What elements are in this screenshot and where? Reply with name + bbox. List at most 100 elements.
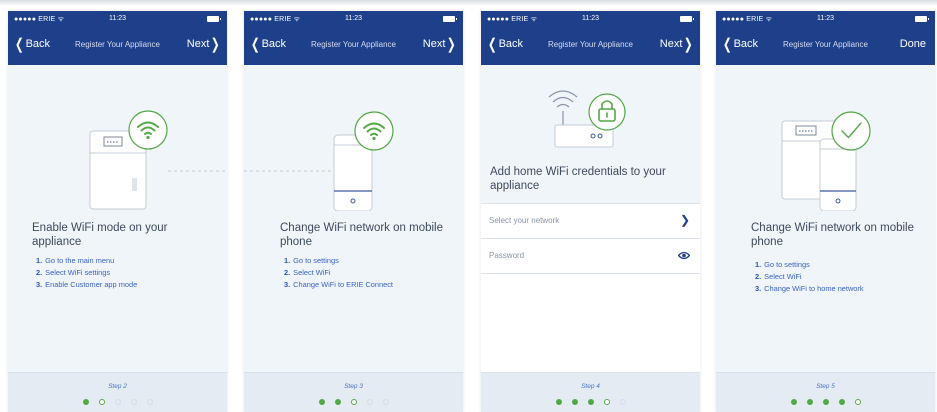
phone-wifi-illustration [244,111,394,211]
back-label: Back [261,38,287,50]
credentials-form: Select your network ❯ Password [481,203,700,373]
chevron-right-icon: ❯ [679,213,690,227]
network-select[interactable]: Select your network ❯ [481,204,700,239]
next-label: Next [186,38,210,50]
next-button[interactable]: Next ❯ [186,35,222,53]
step-item: 1. Go to the main menu [36,256,115,265]
page-dot-done [790,399,797,405]
chevron-left-icon: ❮ [250,35,260,53]
instruction-heading: Add home WiFi credentials to your applia… [490,166,666,192]
wifi-icon [354,111,394,151]
step-footer: Step 2 [8,372,227,412]
appliance-wifi-illustration [89,110,227,210]
step-footer: Step 3 [244,372,463,412]
status-bar: ●●●●● ERIE ᯤ 11:23 [716,11,935,27]
instruction-steps: 1. Go to settings 2. Select WiFi 3. Change … [284,255,463,291]
step-item: 3. Change WiFi to ERIE Connect [284,280,393,289]
page-dot-done [571,399,578,405]
battery-icon [443,16,457,22]
page-dot-todo [619,399,626,405]
back-label: Back [498,38,524,50]
status-time: 11:23 [109,15,126,22]
nav-bar: ❮ Back Register Your Appliance Next ❯ [244,27,463,65]
top-shadow [0,0,937,6]
next-button[interactable]: Next ❯ [422,35,458,53]
page-dots [716,399,935,405]
lock-icon [588,93,626,131]
step-item: 2. Select WiFi [284,268,331,277]
battery-icon [915,16,929,22]
checkmark-icon [831,111,871,151]
screen-step-4: ●●●●● ERIE ᯤ 11:23 ❮ Back Register Your … [481,11,700,412]
back-button[interactable]: ❮ Back [13,35,51,53]
step-item: 2. Select WiFi [755,272,802,281]
back-button[interactable]: ❮ Back [486,35,524,53]
step-label: Step 2 [108,383,127,390]
page-dot-done [555,399,562,405]
step-item: 1. Go to settings [755,260,810,269]
nav-bar: ❮ Back Register Your Appliance Next ❯ [481,27,700,65]
next-label: Next [422,38,446,50]
back-label: Back [25,38,51,50]
instruction-heading: Enable WiFi mode on your appliance [32,222,168,248]
password-field[interactable]: Password [481,239,700,274]
page-dot-todo [130,399,137,405]
chevron-left-icon: ❮ [14,35,24,53]
page-dot-done [82,399,89,405]
status-time: 11:23 [582,15,599,22]
step-footer: Step 4 [481,372,700,412]
instruction-steps: 1. Go to the main menu 2. Select WiFi sett… [36,255,216,291]
step-item: 1. Go to settings [284,256,339,265]
page-dot-done [587,399,594,405]
chevron-right-icon: ❯ [211,35,221,53]
page-dot-done [822,399,829,405]
screen-step-3: ●●●●● ERIE ᯤ 11:23 ❮ Back Register Your … [244,11,463,412]
page-dot-todo [146,399,153,405]
instruction-heading: Change WiFi network on mobile phone [280,222,443,248]
eye-icon[interactable] [677,249,691,263]
page-dot-current [98,399,105,405]
back-button[interactable]: ❮ Back [721,35,759,53]
nav-bar: ❮ Back Register Your Appliance Done [716,27,935,65]
wifi-icon [128,110,168,150]
connected-illustration [781,111,871,211]
step-label: Step 4 [581,383,600,390]
back-button[interactable]: ❮ Back [249,35,287,53]
page-dot-done [318,399,325,405]
chevron-right-icon: ❯ [447,35,457,53]
page-dot-todo [382,399,389,405]
status-time: 11:23 [345,15,362,22]
page-dots [8,399,227,405]
step-item: 3. Change WiFi to home network [755,284,864,293]
password-label: Password [489,251,525,260]
step-item: 2. Select WiFi settings [36,268,111,277]
done-label: Done [899,38,926,50]
screen-step-5: ●●●●● ERIE ᯤ 11:23 ❮ Back Register Your … [716,11,935,412]
chevron-right-icon: ❯ [684,35,694,53]
nav-bar: ❮ Back Register Your Appliance Next ❯ [8,27,227,65]
screen-step-2: ●●●●● ERIE ᯤ 11:23 ❮ Back Register Your … [8,11,227,412]
chevron-left-icon: ❮ [487,35,497,53]
next-label: Next [659,38,683,50]
next-button[interactable]: Next ❯ [659,35,695,53]
instruction-steps: 1. Go to settings 2. Select WiFi 3. Change … [755,259,935,295]
router-lock-illustration [548,90,626,148]
page-dot-done [806,399,813,405]
page-dot-current [854,399,861,405]
status-bar: ●●●●● ERIE ᯤ 11:23 [8,11,227,27]
step-footer: Step 5 [716,372,935,412]
chevron-left-icon: ❮ [722,35,732,53]
page-dot-current [603,399,610,405]
page-dot-todo [366,399,373,405]
page-dot-current [350,399,357,405]
back-label: Back [733,38,759,50]
step-label: Step 3 [344,383,363,390]
battery-icon [680,16,694,22]
page-dot-done [334,399,341,405]
status-bar: ●●●●● ERIE ᯤ 11:23 [244,11,463,27]
done-button[interactable]: Done [900,38,926,50]
step-item: 3. Enable Customer app mode [36,280,138,289]
page-dot-done [838,399,845,405]
status-time: 11:23 [817,15,834,22]
page-dots [244,399,463,405]
